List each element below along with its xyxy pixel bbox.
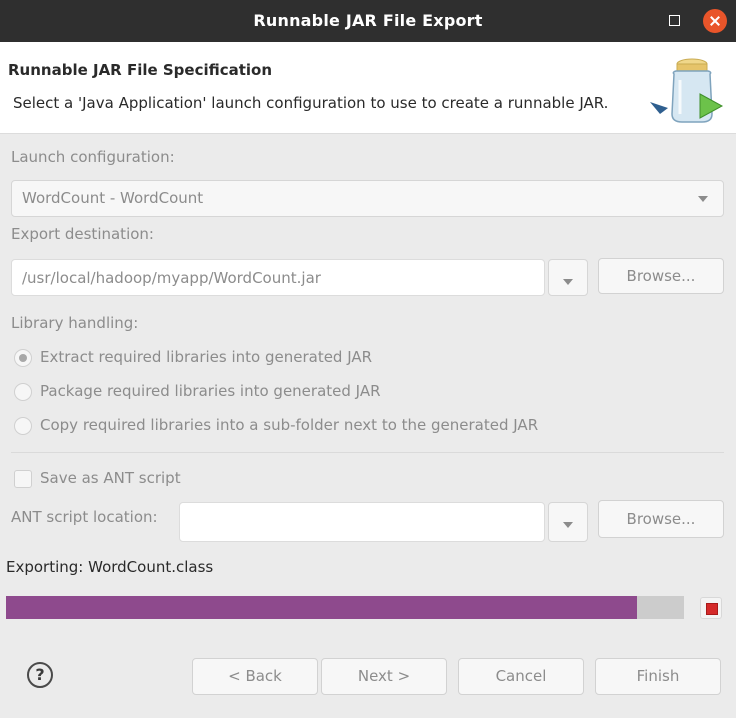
window-title: Runnable JAR File Export [253,11,483,30]
cancel-button[interactable]: Cancel [458,658,584,695]
help-icon[interactable]: ? [27,662,53,688]
radio-copy-libraries[interactable] [14,417,32,435]
separator [11,452,724,453]
finish-button[interactable]: Finish [595,658,721,695]
radio-package-libraries[interactable] [14,383,32,401]
ant-browse-button[interactable]: Browse... [598,500,724,538]
page-description: Select a 'Java Application' launch confi… [13,94,609,112]
launch-config-label: Launch configuration: [11,148,175,166]
next-button[interactable]: Next > [321,658,447,695]
progress-status: Exporting: WordCount.class [6,558,214,576]
export-destination-label: Export destination: [11,225,154,243]
export-browse-button[interactable]: Browse... [598,258,724,294]
jar-file-icon [650,58,724,123]
wizard-banner: Runnable JAR File Specification Select a… [0,42,736,134]
back-button[interactable]: < Back [192,658,318,695]
chevron-down-icon [563,522,573,528]
export-destination-input[interactable]: /usr/local/hadoop/myapp/WordCount.jar [11,259,545,296]
launch-config-value: WordCount - WordCount [22,189,204,207]
maximize-icon[interactable] [669,15,680,26]
progress-bar [6,596,684,619]
radio-copy-libraries-label: Copy required libraries into a sub-folde… [40,416,539,434]
export-history-dropdown[interactable] [548,259,588,296]
ant-location-dropdown[interactable] [548,502,588,542]
stop-icon[interactable] [700,597,722,619]
ant-location-label: ANT script location: [11,508,158,526]
progress-bar-fill [6,596,637,619]
launch-config-select[interactable]: WordCount - WordCount [11,180,724,217]
export-destination-value: /usr/local/hadoop/myapp/WordCount.jar [22,269,321,287]
save-ant-script-label: Save as ANT script [40,469,181,487]
save-ant-script-checkbox[interactable] [14,470,32,488]
ant-location-input[interactable] [179,502,545,542]
window-titlebar: Runnable JAR File Export [0,0,736,42]
radio-extract-libraries[interactable] [14,349,32,367]
page-heading: Runnable JAR File Specification [8,61,273,79]
chevron-down-icon [698,196,708,202]
chevron-down-icon [563,279,573,285]
close-icon[interactable] [703,9,727,33]
library-handling-label: Library handling: [11,314,139,332]
radio-package-libraries-label: Package required libraries into generate… [40,382,381,400]
radio-extract-libraries-label: Extract required libraries into generate… [40,348,373,366]
